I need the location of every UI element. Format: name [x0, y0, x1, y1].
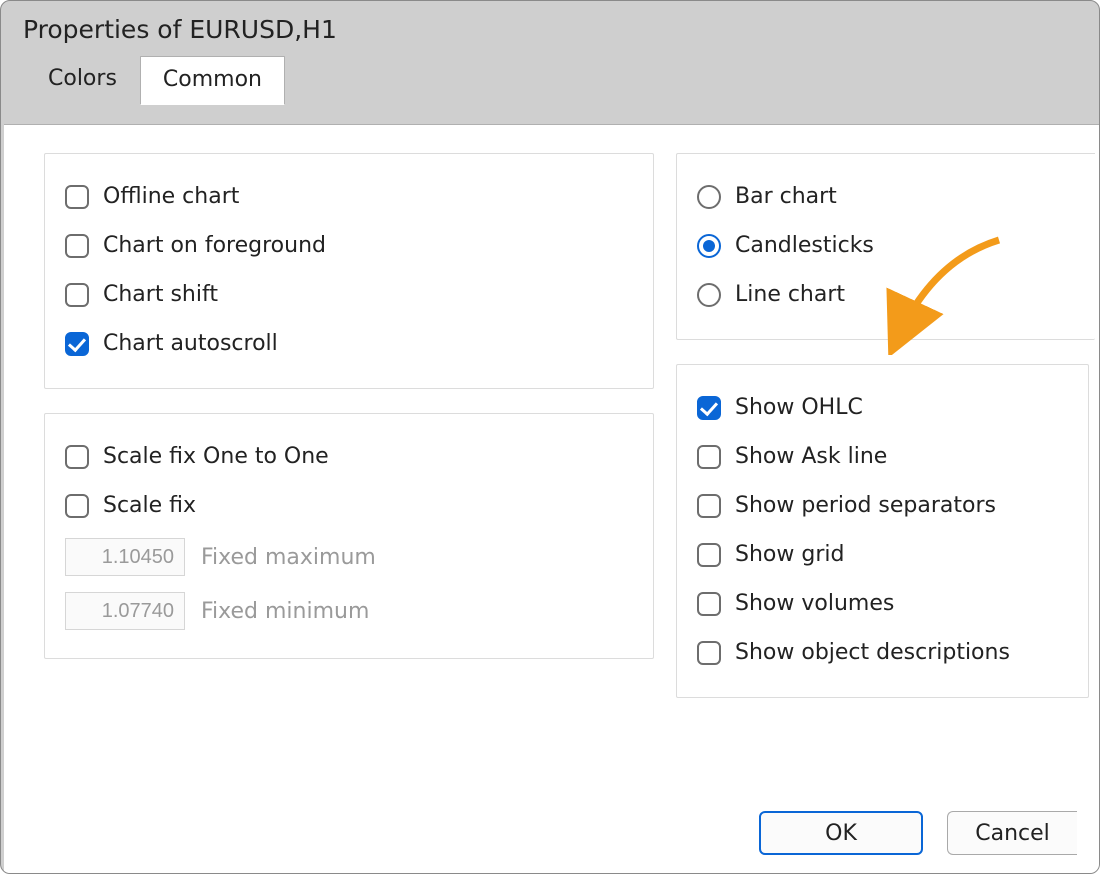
- radio-candlesticks[interactable]: [697, 234, 721, 258]
- checkbox-show-ask-line[interactable]: [697, 445, 721, 469]
- checkbox-chart-foreground[interactable]: [65, 234, 89, 258]
- label-chart-autoscroll: Chart autoscroll: [103, 331, 278, 356]
- label-scale-fix: Scale fix: [103, 493, 196, 518]
- cancel-button[interactable]: Cancel: [947, 811, 1077, 855]
- checkbox-offline-chart[interactable]: [65, 185, 89, 209]
- label-chart-foreground: Chart on foreground: [103, 233, 326, 258]
- checkbox-scale-fix[interactable]: [65, 494, 89, 518]
- radio-line-chart[interactable]: [697, 283, 721, 307]
- group-scale-fix: Scale fix One to One Scale fix Fixed max…: [44, 413, 654, 659]
- radio-bar-chart[interactable]: [697, 185, 721, 209]
- tab-panel-common: Offline chart Chart on foreground Chart …: [4, 124, 1099, 873]
- tabstrip: Colors Common: [1, 52, 1099, 104]
- checkbox-scale-fix-one-to-one[interactable]: [65, 445, 89, 469]
- input-fixed-minimum[interactable]: [65, 592, 185, 630]
- checkbox-show-grid[interactable]: [697, 543, 721, 567]
- group-chart-options: Offline chart Chart on foreground Chart …: [44, 153, 654, 389]
- label-show-volumes: Show volumes: [735, 591, 894, 616]
- checkbox-show-period-separators[interactable]: [697, 494, 721, 518]
- checkbox-chart-shift[interactable]: [65, 283, 89, 307]
- window-title: Properties of EURUSD,H1: [1, 1, 1099, 52]
- checkbox-chart-autoscroll[interactable]: [65, 332, 89, 356]
- group-chart-type: Bar chart Candlesticks Line chart: [676, 153, 1095, 340]
- right-column: Bar chart Candlesticks Line chart Show O: [676, 153, 1099, 722]
- label-show-period-separators: Show period separators: [735, 493, 996, 518]
- label-offline-chart: Offline chart: [103, 184, 239, 209]
- label-fixed-maximum: Fixed maximum: [201, 545, 376, 570]
- label-fixed-minimum: Fixed minimum: [201, 599, 369, 624]
- label-bar-chart: Bar chart: [735, 184, 837, 209]
- input-fixed-maximum[interactable]: [65, 538, 185, 576]
- label-line-chart: Line chart: [735, 282, 845, 307]
- dialog-footer: OK Cancel: [759, 799, 1099, 873]
- label-scale-fix-one-to-one: Scale fix One to One: [103, 444, 329, 469]
- label-show-ohlc: Show OHLC: [735, 395, 863, 420]
- checkbox-show-object-descriptions[interactable]: [697, 641, 721, 665]
- checkbox-show-volumes[interactable]: [697, 592, 721, 616]
- tab-common[interactable]: Common: [140, 56, 285, 105]
- ok-button[interactable]: OK: [759, 811, 923, 855]
- label-candlesticks: Candlesticks: [735, 233, 874, 258]
- group-show-options: Show OHLC Show Ask line Show period sepa…: [676, 364, 1089, 698]
- label-chart-shift: Chart shift: [103, 282, 218, 307]
- left-column: Offline chart Chart on foreground Chart …: [44, 153, 654, 722]
- tab-colors[interactable]: Colors: [25, 55, 140, 104]
- label-show-ask-line: Show Ask line: [735, 444, 887, 469]
- label-show-grid: Show grid: [735, 542, 844, 567]
- label-show-object-descriptions: Show object descriptions: [735, 640, 1010, 665]
- properties-dialog: Properties of EURUSD,H1 Colors Common Of…: [0, 0, 1100, 874]
- checkbox-show-ohlc[interactable]: [697, 396, 721, 420]
